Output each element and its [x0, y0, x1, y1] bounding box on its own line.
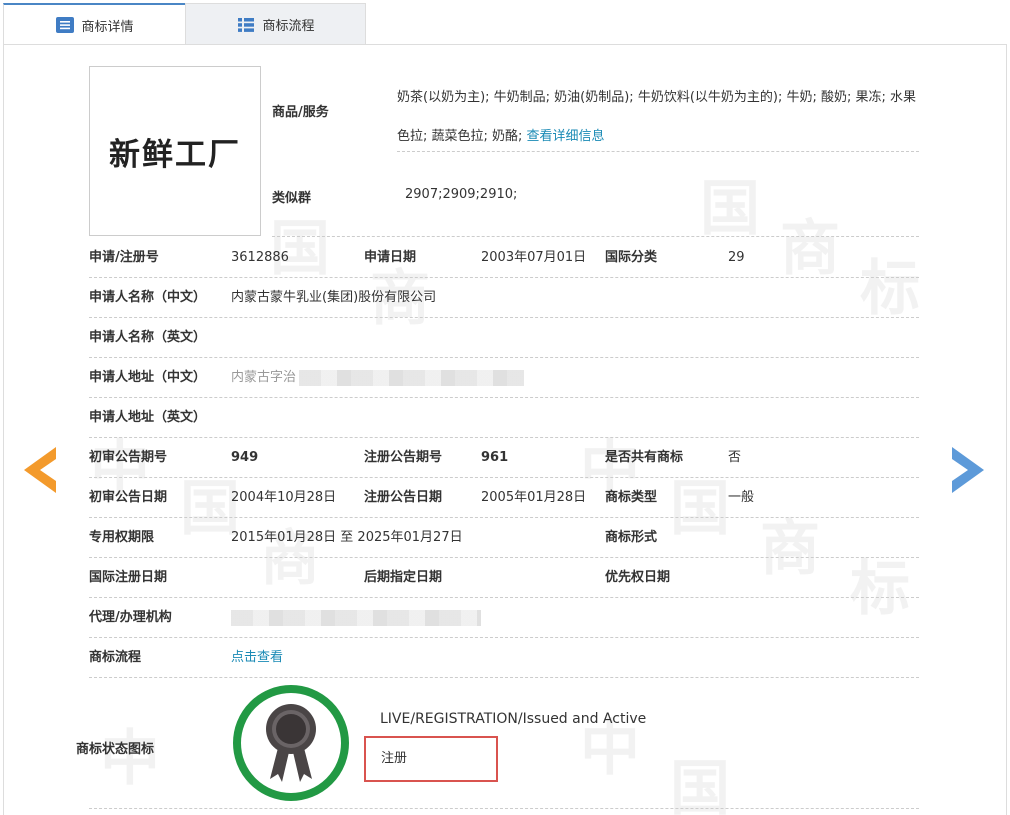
field-label: 申请人地址（中文） [89, 370, 207, 385]
similar-group-value: 2907;2909;2910; [405, 187, 518, 202]
rosette-seal-icon [233, 685, 349, 801]
field-label: 商标形式 [605, 530, 658, 545]
field-label: 商标流程 [89, 650, 142, 665]
table-row: 代理/办理机构 [89, 598, 919, 638]
trademark-type-value: 一般 [728, 490, 755, 505]
table-row: 初审公告日期 2004年10月28日 注册公告日期 2005年01月28日 商标… [89, 478, 919, 518]
field-label: 初审公告期号 [89, 450, 168, 465]
view-details-link[interactable]: 查看详细信息 [527, 129, 605, 144]
table-row: 申请人地址（中文） 内蒙古字治 [89, 358, 919, 398]
status-chinese: 注册 [381, 751, 408, 766]
tab-label: 商标流程 [262, 19, 315, 34]
field-label: 注册公告日期 [364, 490, 443, 505]
trademark-logo-text: 新鲜工厂 [109, 136, 241, 173]
arrow-left-icon[interactable] [22, 445, 58, 495]
international-class: 29 [728, 250, 745, 265]
field-label: 商标类型 [605, 490, 658, 505]
preliminary-announcement-date: 2004年10月28日 [231, 490, 337, 505]
arrow-right-icon[interactable] [950, 445, 986, 495]
goods-services-label: 商品/服务 [272, 105, 329, 120]
field-label: 国际注册日期 [89, 570, 168, 585]
field-label: 申请/注册号 [89, 250, 159, 265]
table-row: 申请/注册号 3612886 申请日期 2003年07月01日 国际分类 29 [89, 238, 919, 278]
table-row: 国际注册日期 后期指定日期 优先权日期 [89, 558, 919, 598]
field-label: 申请人名称（中文） [89, 290, 207, 305]
field-label: 代理/办理机构 [89, 610, 172, 625]
field-label: 优先权日期 [605, 570, 671, 585]
field-label: 初审公告日期 [89, 490, 168, 505]
table-row: 商标流程 点击查看 [89, 638, 919, 678]
tab-trademark-flow[interactable]: 商标流程 [185, 3, 366, 45]
status-icon-label: 商标状态图标 [76, 742, 155, 757]
table-row: 专用权期限 2015年01月28日 至 2025年01月27日 商标形式 [89, 518, 919, 558]
redacted-area [231, 610, 481, 626]
field-label: 申请日期 [364, 250, 417, 265]
field-label: 注册公告期号 [364, 450, 443, 465]
table-row: 初审公告期号 949 注册公告期号 961 是否共有商标 否 [89, 438, 919, 478]
goods-services-value: 奶茶(以奶为主); 牛奶制品; 奶油(奶制品); 牛奶饮料(以牛奶为主的); 牛… [397, 78, 917, 156]
status-row [89, 679, 919, 809]
status-chinese-badge: 注册 [364, 736, 498, 782]
field-label: 后期指定日期 [364, 570, 443, 585]
table-row: 申请人名称（中文） 内蒙古蒙牛乳业(集团)股份有限公司 [89, 278, 919, 318]
divider [397, 151, 919, 152]
registration-announcement-date: 2005年01月28日 [481, 490, 587, 505]
field-label: 专用权期限 [89, 530, 155, 545]
table-row: 申请人名称（英文） [89, 318, 919, 358]
field-label: 申请人名称（英文） [89, 330, 207, 345]
registration-number: 3612886 [231, 250, 289, 265]
goods-services-text: 奶茶(以奶为主); 牛奶制品; 奶油(奶制品); 牛奶饮料(以牛奶为主的); 牛… [397, 90, 917, 144]
similar-group-label: 类似群 [272, 191, 312, 206]
table-row: 申请人地址（英文） [89, 398, 919, 438]
application-date: 2003年07月01日 [481, 250, 587, 265]
applicant-address-cn: 内蒙古字治 [231, 370, 297, 385]
view-flow-link[interactable]: 点击查看 [231, 638, 283, 678]
tab-trademark-detail[interactable]: 商标详情 [3, 3, 185, 45]
tab-label: 商标详情 [81, 19, 134, 35]
list-document-icon [56, 17, 75, 33]
preliminary-announcement-number: 949 [231, 450, 259, 465]
registration-announcement-number: 961 [481, 450, 509, 465]
exclusive-right-period: 2015年01月28日 至 2025年01月27日 [231, 530, 463, 545]
trademark-image: 新鲜工厂 [89, 66, 261, 236]
grid-list-icon [238, 17, 255, 32]
status-english: LIVE/REGISTRATION/Issued and Active [380, 711, 647, 727]
field-label: 申请人地址（英文） [89, 410, 207, 425]
field-label: 国际分类 [605, 250, 658, 265]
applicant-name-cn: 内蒙古蒙牛乳业(集团)股份有限公司 [231, 290, 437, 305]
shared-trademark-value: 否 [728, 450, 742, 465]
field-label: 是否共有商标 [605, 450, 684, 465]
tab-bar: 商标详情 商标流程 [3, 3, 366, 45]
redacted-area [299, 370, 524, 386]
divider [272, 236, 919, 237]
